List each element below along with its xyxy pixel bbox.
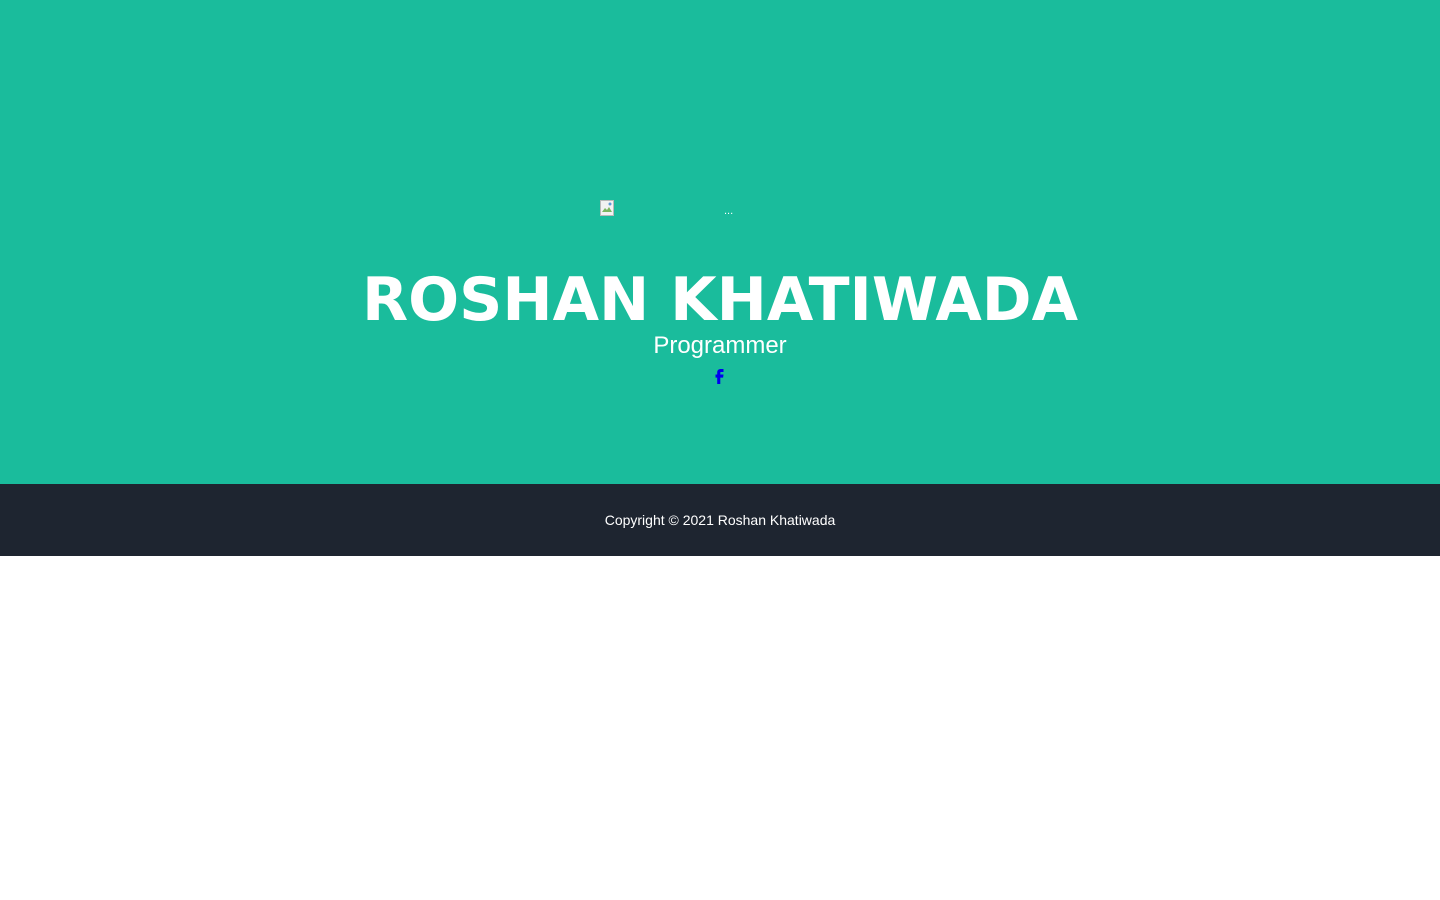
masthead: ... ROSHAN KHATIWADA Programmer: [0, 0, 1440, 484]
facebook-link[interactable]: [710, 365, 730, 387]
avatar: ...: [600, 200, 860, 220]
subtitle: Programmer: [653, 332, 787, 359]
footer: Copyright © 2021 Roshan Khatiwada: [0, 484, 1440, 556]
copyright-text: Copyright © 2021 Roshan Khatiwada: [604, 512, 836, 528]
avatar-alt-text: ...: [724, 205, 734, 217]
broken-image-icon: [600, 200, 614, 216]
facebook-icon: [715, 369, 724, 384]
